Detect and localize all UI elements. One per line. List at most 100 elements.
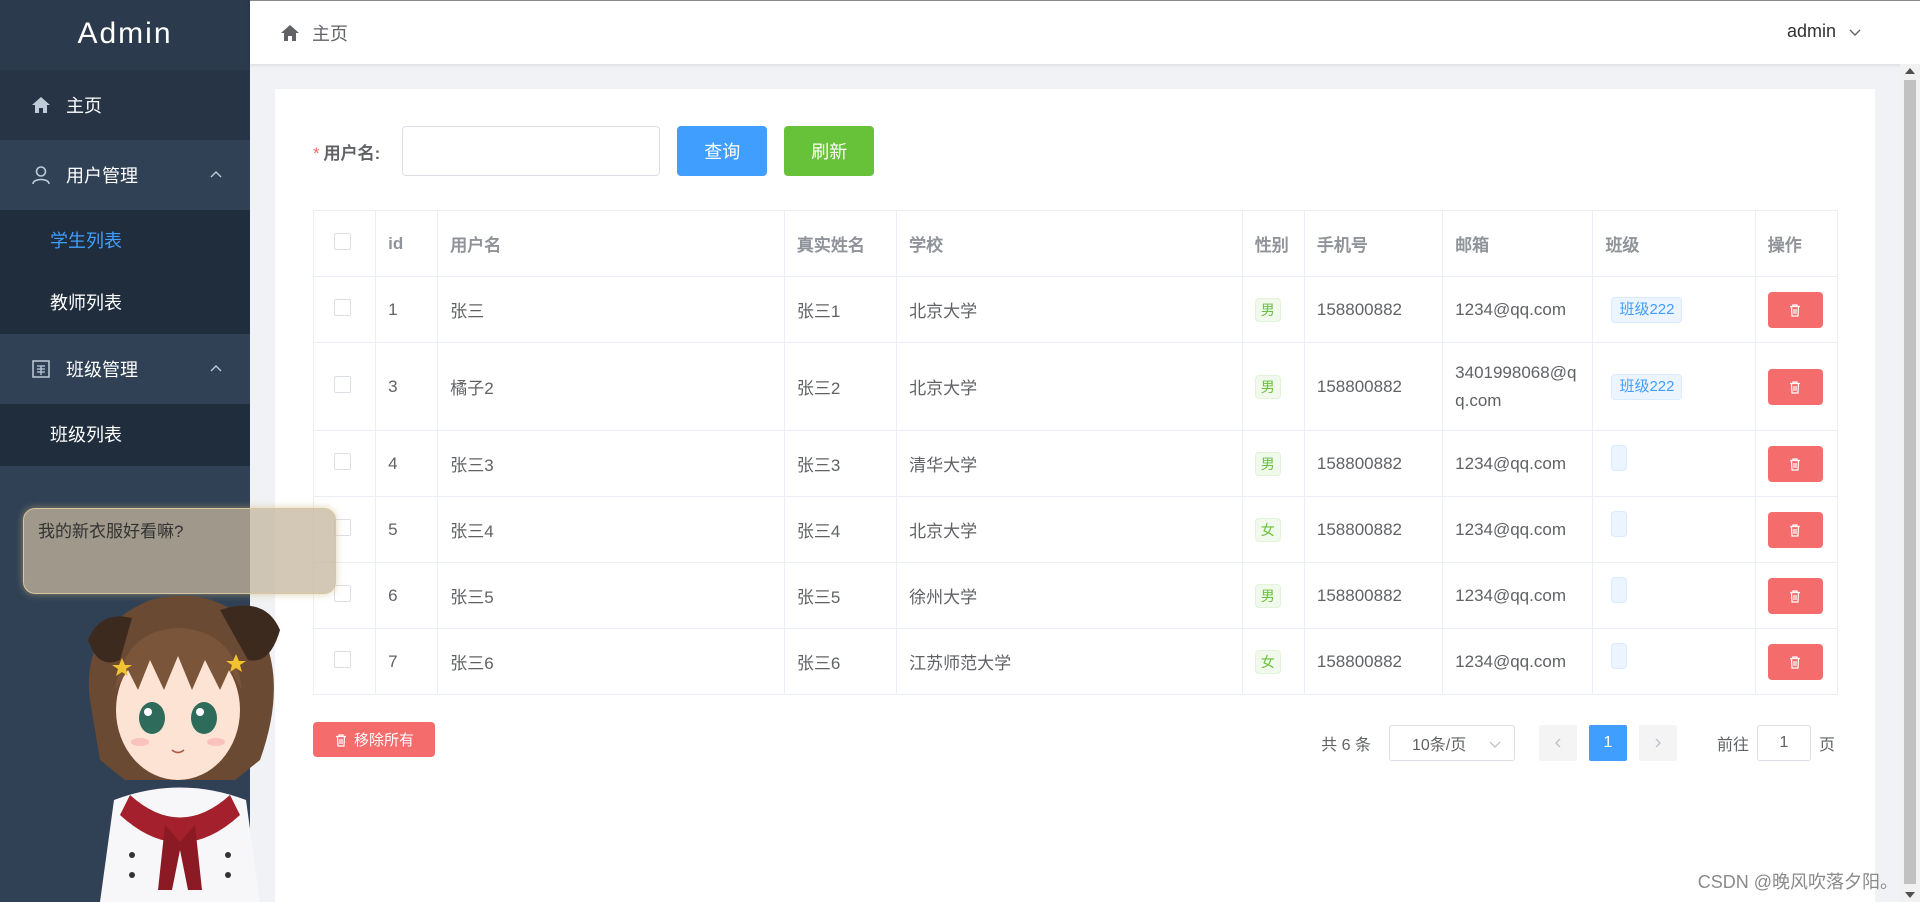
row-checkbox[interactable]	[334, 518, 351, 536]
cell-phone: 158800882	[1303, 496, 1444, 563]
chevron-right-icon	[1655, 738, 1661, 748]
sidebar-group-label: 用户管理	[66, 166, 138, 186]
column-header[interactable]: 性别	[1241, 210, 1305, 277]
select-all-checkbox[interactable]	[334, 232, 351, 250]
user-menu[interactable]: admin	[1787, 21, 1862, 42]
scroll-up-arrow[interactable]	[1905, 68, 1915, 74]
table-row[interactable]: 3 橘子2 张三2 北京大学男 158800882 3401998068@qq.com 班级…	[312, 342, 1839, 431]
cell-id: 4	[375, 430, 439, 497]
chevron-down-icon	[1849, 29, 1861, 36]
cell-actions	[1754, 430, 1839, 497]
sidebar-item-student-list[interactable]: 学生列表	[0, 210, 250, 272]
table-row[interactable]: 7 张三6 张三6 江苏师范大学女 158800882 1234@qq.com	[312, 628, 1839, 695]
cell-gender: 男	[1241, 430, 1305, 497]
delete-row-button[interactable]	[1767, 577, 1823, 614]
cell-username: 张三4	[437, 496, 785, 563]
sidebar-item-home[interactable]: 主页	[0, 70, 250, 140]
row-checkbox[interactable]	[334, 650, 351, 668]
page-size-select[interactable]: 10条/页	[1388, 725, 1515, 761]
goto-suffix: 页	[1818, 737, 1835, 754]
breadcrumb[interactable]: 主页	[312, 20, 348, 46]
row-checkbox[interactable]	[334, 375, 351, 393]
gender-tag: 女	[1254, 649, 1281, 674]
cell-class	[1592, 496, 1756, 563]
email-text: 3401998068@qq.com	[1455, 362, 1577, 410]
pagination: 共 6 条 10条/页 1 前往 1 页	[1321, 725, 1835, 761]
column-header[interactable]: 邮箱	[1442, 210, 1594, 277]
cell-id: 7	[375, 628, 439, 695]
table-row[interactable]: 4 张三3 张三3 清华大学男 158800882 1234@qq.com	[312, 430, 1839, 497]
row-select-cell	[312, 276, 377, 343]
sidebar-group-users[interactable]: 用户管理	[0, 140, 250, 210]
sidebar-group-classes[interactable]: 班级管理	[0, 334, 250, 404]
home-icon[interactable]	[280, 23, 300, 43]
delete-row-button[interactable]	[1767, 511, 1823, 548]
cell-email: 1234@qq.com	[1442, 496, 1594, 563]
student-table: id 用户名 真实姓名 学校 性别 手机号 邮箱 班级 操作 1 张三 张三1 北京大…	[312, 210, 1839, 695]
table-row[interactable]: 1 张三 张三1 北京大学男 158800882 1234@qq.com 班级222	[312, 276, 1839, 343]
gender-tag: 女	[1254, 517, 1281, 542]
sidebar-group-label: 班级管理	[66, 360, 138, 380]
column-header[interactable]: 真实姓名	[783, 210, 898, 277]
cell-username: 张三6	[437, 628, 785, 695]
delete-row-button[interactable]	[1767, 368, 1823, 405]
search-form: * 用户名: 查询 刷新	[313, 126, 875, 176]
goto-page-input[interactable]: 1	[1756, 725, 1811, 761]
column-header[interactable]: 班级	[1592, 210, 1756, 277]
page-scrollbar[interactable]	[1900, 64, 1920, 902]
remove-all-label: 移除所有	[353, 732, 414, 749]
home-icon	[30, 94, 52, 116]
cell-gender: 男	[1241, 276, 1305, 343]
remove-all-button[interactable]: 移除所有	[313, 722, 435, 757]
query-button[interactable]: 查询	[677, 126, 768, 176]
cell-id: 5	[375, 496, 439, 563]
cell-school: 江苏师范大学	[896, 628, 1243, 695]
sidebar-item-class-list[interactable]: 班级列表	[0, 404, 250, 466]
table-row[interactable]: 6 张三5 张三5 徐州大学男 158800882 1234@qq.com	[312, 562, 1839, 629]
mascot-character[interactable]	[70, 590, 290, 902]
username-input[interactable]	[402, 126, 661, 176]
row-select-cell	[312, 430, 377, 497]
next-page-button[interactable]	[1638, 725, 1677, 761]
row-select-cell	[312, 342, 377, 431]
column-header[interactable]: 用户名	[437, 210, 785, 277]
row-checkbox[interactable]	[334, 452, 351, 470]
column-header[interactable]: id	[375, 210, 439, 277]
trash-icon	[1790, 457, 1801, 471]
column-header[interactable]: 操作	[1754, 210, 1839, 277]
trash-icon	[1790, 523, 1801, 537]
delete-row-button[interactable]	[1767, 643, 1823, 680]
cell-phone: 158800882	[1303, 430, 1444, 497]
table-row[interactable]: 5 张三4 张三4 北京大学女 158800882 1234@qq.com	[312, 496, 1839, 563]
cell-gender: 男	[1241, 342, 1305, 431]
column-header[interactable]: 学校	[896, 210, 1243, 277]
page-number-current[interactable]: 1	[1588, 725, 1627, 761]
prev-page-button[interactable]	[1538, 725, 1577, 761]
row-checkbox[interactable]	[334, 298, 351, 316]
trash-icon	[1790, 380, 1801, 394]
main-card: * 用户名: 查询 刷新 id 用户名 真实姓名 学校 性别 手机号 邮箱 班级 …	[275, 89, 1875, 902]
class-tag: 班级222	[1611, 296, 1683, 323]
scroll-thumb[interactable]	[1904, 80, 1916, 884]
delete-row-button[interactable]	[1767, 291, 1823, 328]
cell-email: 1234@qq.com	[1442, 628, 1594, 695]
refresh-button[interactable]: 刷新	[784, 126, 875, 176]
cell-email: 1234@qq.com	[1442, 276, 1594, 343]
cell-school: 北京大学	[896, 496, 1243, 563]
row-checkbox[interactable]	[334, 584, 351, 602]
username: admin	[1786, 21, 1836, 41]
scroll-down-arrow[interactable]	[1905, 892, 1915, 898]
trash-icon	[1790, 303, 1801, 317]
cell-gender: 女	[1241, 496, 1305, 563]
column-header[interactable]: 手机号	[1303, 210, 1444, 277]
cell-username: 张三	[437, 276, 785, 343]
trash-icon	[1790, 589, 1801, 603]
cell-class: 班级222	[1592, 342, 1756, 431]
cell-gender: 女	[1241, 628, 1305, 695]
sidebar-item-teacher-list[interactable]: 教师列表	[0, 272, 250, 334]
class-tag-empty	[1611, 576, 1628, 603]
cell-email: 3401998068@qq.com	[1442, 342, 1594, 431]
class-tag-empty	[1611, 444, 1628, 471]
cell-school: 北京大学	[896, 276, 1243, 343]
delete-row-button[interactable]	[1767, 445, 1823, 482]
